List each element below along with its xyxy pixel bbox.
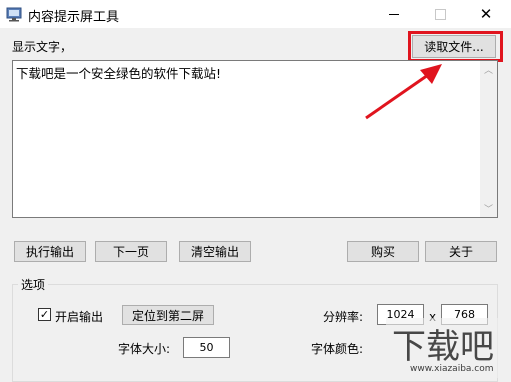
next-page-button[interactable]: 下一页 [95, 241, 167, 262]
buy-button[interactable]: 购买 [347, 241, 419, 262]
resolution-label: 分辨率: [323, 310, 364, 324]
execute-output-button[interactable]: 执行输出 [14, 241, 86, 262]
watermark-logo: 下载吧 www.xiazaiba.com [386, 318, 511, 378]
svg-text:下载吧: 下载吧 [392, 327, 494, 367]
watermark-site: www.xiazaiba.com [410, 364, 494, 374]
about-button[interactable]: 关于 [425, 241, 497, 262]
font-size-label: 字体大小: [118, 342, 171, 356]
clear-output-button[interactable]: 清空输出 [179, 241, 251, 262]
enable-output-label: 开启输出 [55, 310, 104, 324]
font-size-field[interactable]: 50 [183, 337, 230, 358]
locate-second-screen-button[interactable]: 定位到第二屏 [122, 305, 214, 325]
enable-output-checkbox[interactable]: ✓ [38, 308, 51, 321]
font-color-label: 字体颜色: [311, 342, 364, 356]
options-group-title: 选项 [18, 276, 49, 293]
checkmark-icon: ✓ [39, 308, 50, 321]
